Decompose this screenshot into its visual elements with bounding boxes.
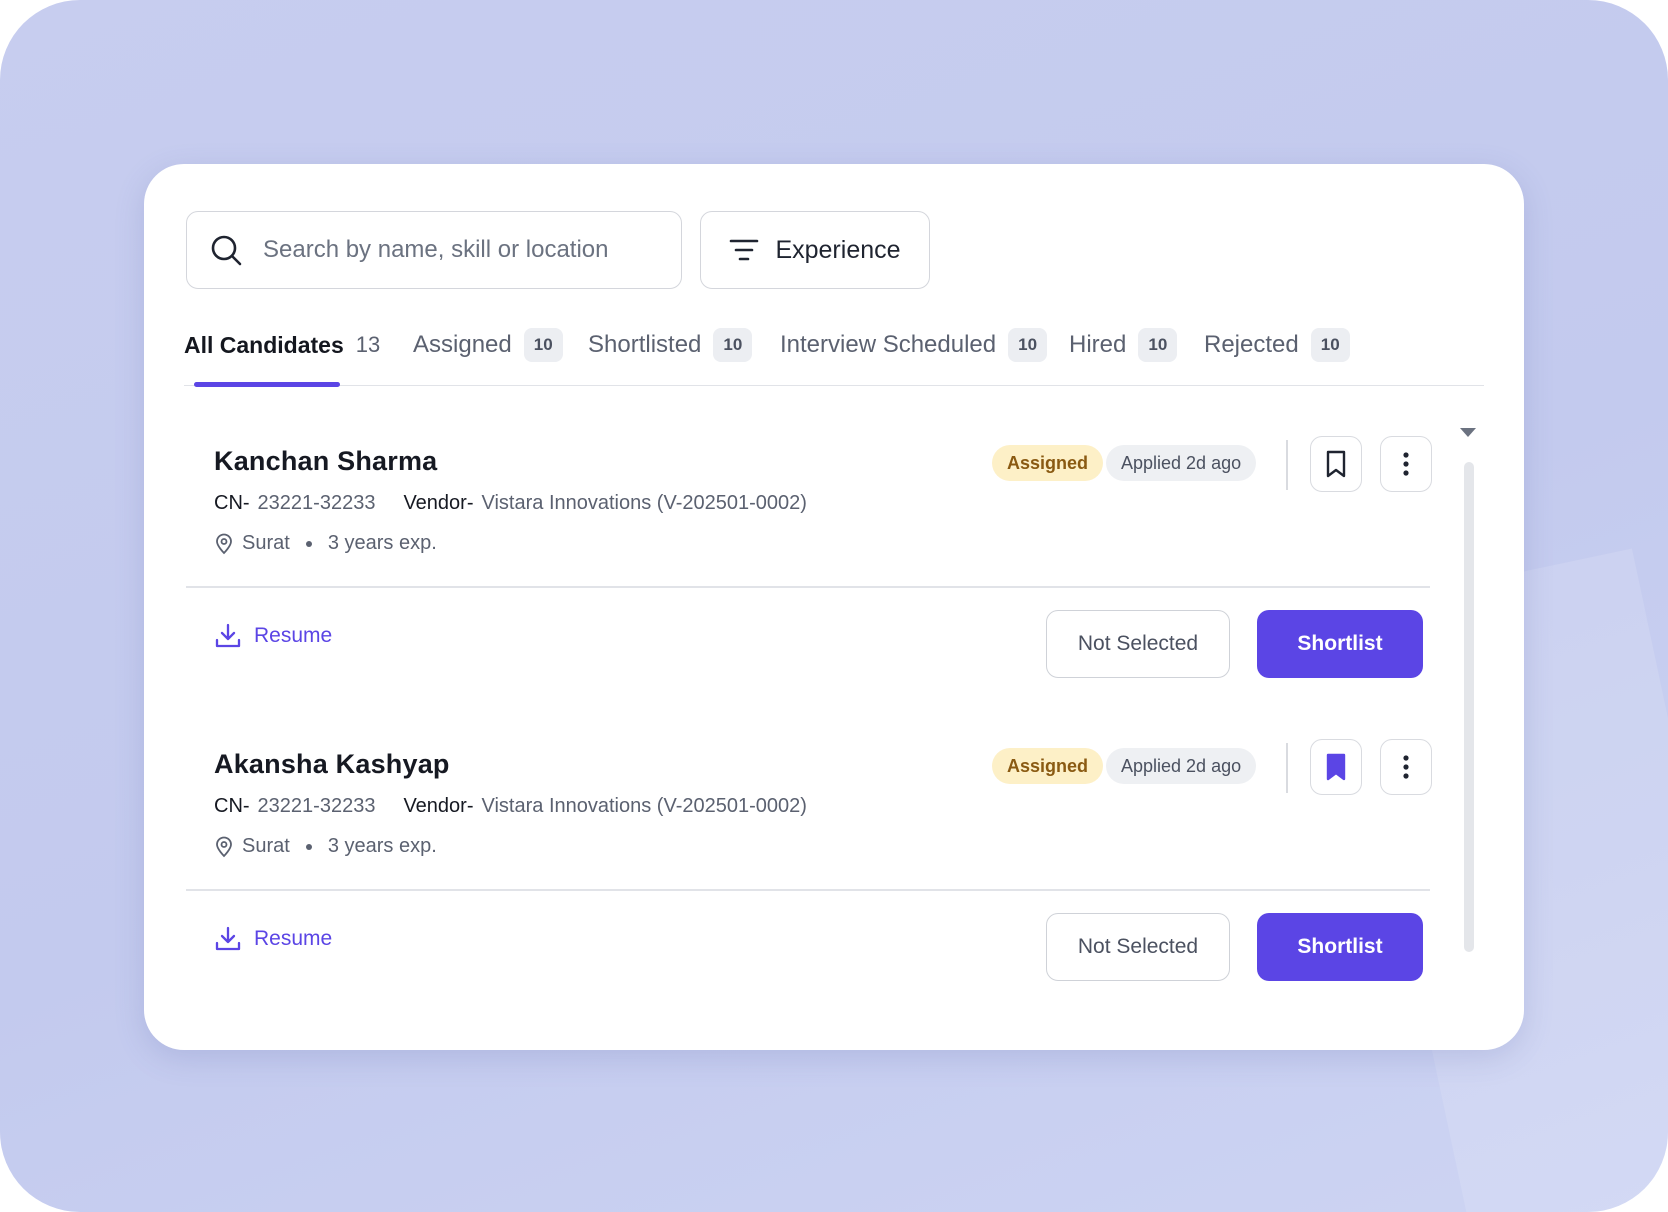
search-box[interactable] [186, 211, 682, 289]
not-selected-button[interactable]: Not Selected [1046, 610, 1230, 678]
bookmark-button[interactable] [1310, 739, 1362, 795]
candidate-meta: CN- 23221-32233 Vendor- Vistara Innovati… [214, 492, 807, 515]
vendor-label: Vendor- [403, 492, 474, 514]
tab-label: Hired [1069, 331, 1127, 358]
location-text: Surat [242, 835, 290, 857]
tab-interview-scheduled[interactable]: Interview Scheduled 10 [780, 304, 1048, 386]
not-selected-button[interactable]: Not Selected [1046, 913, 1230, 981]
tab-label: All Candidates [184, 331, 344, 358]
separator-dot [305, 843, 312, 850]
experience-text: 3 years exp. [327, 532, 437, 554]
download-icon [215, 623, 241, 648]
tab-shortlisted[interactable]: Shortlisted 10 [588, 304, 753, 386]
more-options-button[interactable] [1380, 436, 1432, 492]
scroll-down-arrow[interactable] [1460, 428, 1476, 437]
vendor-label: Vendor- [403, 795, 474, 817]
tab-rejected[interactable]: Rejected 10 [1204, 304, 1350, 386]
tab-count: 10 [523, 328, 563, 362]
bookmark-filled-icon [1326, 753, 1346, 781]
more-options-button[interactable] [1380, 739, 1432, 795]
tab-label: Rejected [1204, 331, 1299, 358]
download-icon [215, 926, 241, 951]
resume-label: Resume [254, 927, 333, 950]
tab-count: 10 [1310, 328, 1350, 362]
bookmark-icon [1326, 450, 1346, 478]
more-vertical-icon [1403, 452, 1409, 476]
vendor-value: Vistara Innovations (V-202501-0002) [481, 492, 807, 514]
candidate-card: Akansha Kashyap CN- 23221-32233 Vendor- … [186, 721, 1432, 1004]
tab-count: 10 [1008, 328, 1048, 362]
location-pin-icon [216, 533, 232, 554]
tab-all-candidates[interactable]: All Candidates 13 [184, 304, 381, 387]
candidate-card: Kanchan Sharma CN- 23221-32233 Vendor- V… [186, 418, 1432, 701]
resume-label: Resume [254, 624, 333, 647]
tab-assigned[interactable]: Assigned 10 [413, 304, 563, 386]
search-input[interactable] [263, 236, 663, 264]
candidate-name: Akansha Kashyap [214, 749, 450, 779]
divider [186, 586, 1430, 588]
scrollbar[interactable] [1464, 462, 1474, 952]
tab-hired[interactable]: Hired 10 [1069, 304, 1178, 386]
candidate-location-row: Surat 3 years exp. [214, 532, 437, 555]
filter-lines-icon [730, 239, 759, 261]
separator-dot [305, 540, 312, 547]
experience-text: 3 years exp. [327, 835, 437, 857]
search-icon [211, 235, 242, 266]
resume-download-link[interactable]: Resume [214, 622, 332, 650]
applied-badge: Applied 2d ago [1106, 748, 1257, 784]
candidate-meta: CN- 23221-32233 Vendor- Vistara Innovati… [214, 795, 807, 818]
status-badge: Assigned [992, 748, 1104, 784]
candidates-panel: Experience All Candidates 13 Assigned 10… [144, 164, 1524, 1050]
cn-value: 23221-32233 [257, 795, 376, 817]
divider [1286, 743, 1288, 793]
vendor-value: Vistara Innovations (V-202501-0002) [481, 795, 807, 817]
resume-download-link[interactable]: Resume [214, 925, 332, 953]
applied-badge: Applied 2d ago [1106, 445, 1257, 481]
status-tabs: All Candidates 13 Assigned 10 Shortliste… [184, 304, 1484, 387]
cn-label: CN- [214, 795, 250, 817]
tab-count: 10 [713, 328, 753, 362]
more-vertical-icon [1403, 755, 1409, 779]
tab-count: 10 [1138, 328, 1178, 362]
location-pin-icon [216, 836, 232, 857]
status-badge: Assigned [992, 445, 1104, 481]
shortlist-button[interactable]: Shortlist [1257, 913, 1423, 981]
tab-label: Assigned [413, 331, 512, 358]
location-text: Surat [242, 532, 290, 554]
cn-value: 23221-32233 [257, 492, 376, 514]
candidate-location-row: Surat 3 years exp. [214, 835, 437, 858]
divider [186, 889, 1430, 891]
experience-filter-label: Experience [775, 235, 901, 264]
tab-count: 13 [355, 332, 381, 357]
cn-label: CN- [214, 492, 250, 514]
candidate-name: Kanchan Sharma [214, 446, 438, 476]
shortlist-button[interactable]: Shortlist [1257, 610, 1423, 678]
tab-label: Interview Scheduled [780, 331, 997, 358]
divider [1286, 440, 1288, 490]
tab-label: Shortlisted [588, 331, 702, 358]
experience-filter-button[interactable]: Experience [700, 211, 930, 289]
bookmark-button[interactable] [1310, 436, 1362, 492]
